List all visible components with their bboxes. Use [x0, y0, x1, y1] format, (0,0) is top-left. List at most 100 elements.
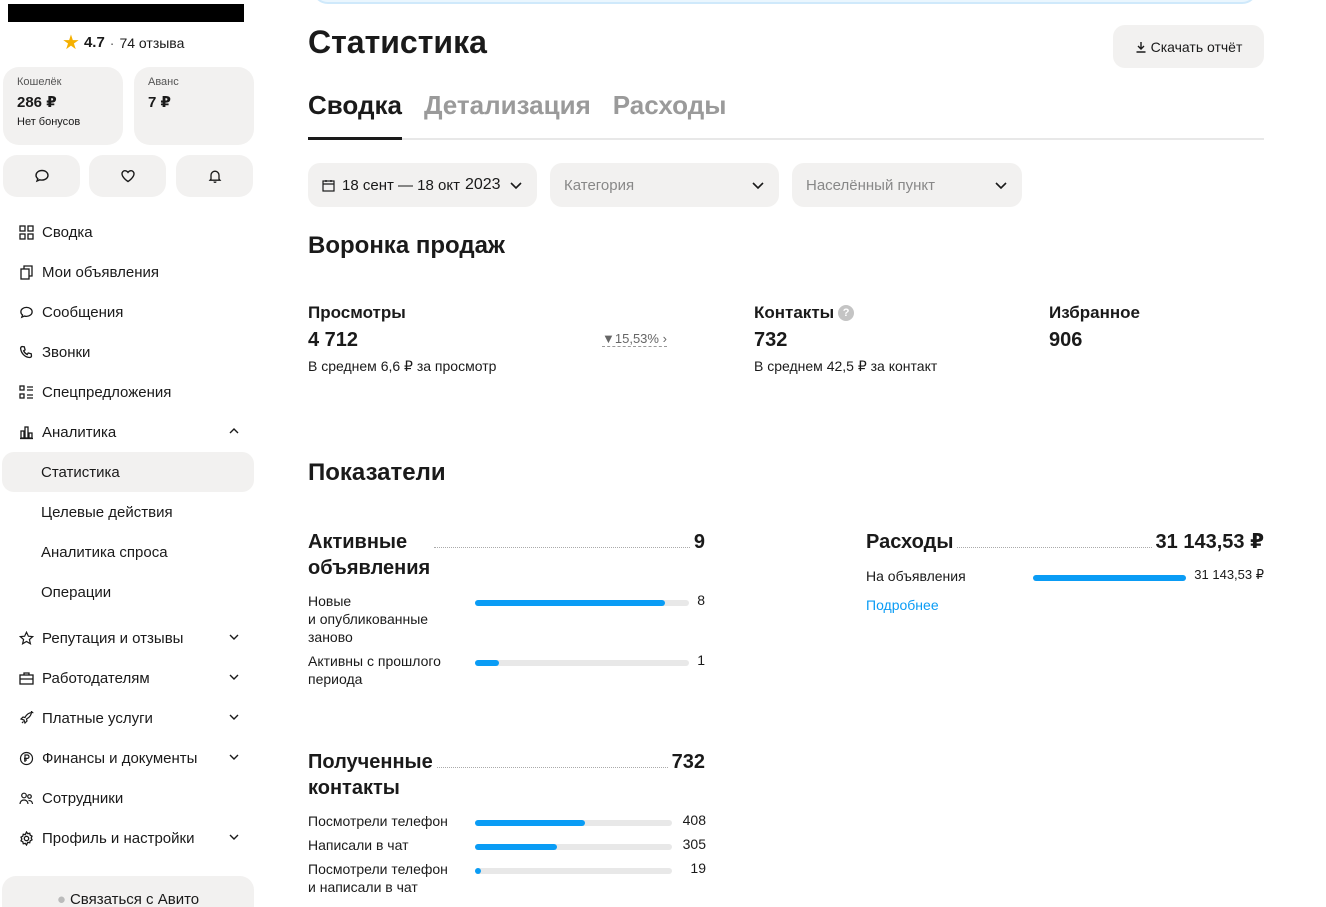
sidebar: ★ 4.7 · 74 отзыва Кошелёк 286 ₽ Нет бону… [0, 0, 262, 907]
date-range-year: 2023 [464, 176, 501, 193]
star-icon: ★ [62, 32, 80, 54]
metric-favorites: Избранное 906 [1049, 303, 1140, 352]
date-range-text: 18 сент — 18 окт [342, 176, 460, 194]
download-report-label: Скачать отчёт [1150, 38, 1243, 55]
page-title: Статистика [308, 24, 487, 60]
advance-label: Аванс [148, 76, 179, 88]
wallet-card[interactable]: Кошелёк 286 ₽ Нет бонусов [3, 67, 123, 145]
contacts-label-2: контакты [308, 777, 400, 799]
metric-label: Просмотры [308, 303, 406, 322]
metric-sub: В среднем 42,5 ₽ за контакт [754, 358, 938, 374]
messages-button[interactable] [3, 155, 80, 197]
sidebar-item-label: Сводка [42, 223, 93, 241]
rating-score: 4.7 [83, 34, 105, 51]
contacts-row-both: Посмотрели телефон и написали в чат [308, 861, 448, 895]
grid-icon [18, 224, 34, 240]
active-ads-header: Активные объявления 9 [308, 529, 705, 581]
views-trend[interactable]: ▼15,53% › [602, 331, 667, 347]
reviews-count: 74 отзыва [119, 34, 185, 51]
sidebar-item-operations[interactable]: Операции [0, 572, 262, 612]
rocket-icon [18, 710, 34, 726]
page: ★ 4.7 · 74 отзыва Кошелёк 286 ₽ Нет бону… [0, 0, 1326, 907]
sidebar-item-demand[interactable]: Аналитика спроса [0, 532, 262, 572]
sidebar-item-label: Мои объявления [42, 263, 159, 281]
ruble-icon [18, 750, 34, 766]
row-value: 1 [697, 652, 705, 668]
favorites-button[interactable] [89, 155, 166, 197]
tab-details[interactable]: Детализация [424, 90, 591, 138]
progress-bar [1033, 575, 1186, 581]
row-value: 31 143,53 ₽ [1194, 567, 1264, 582]
active-ads-label-1: Активные [308, 531, 408, 553]
wallet-label: Кошелёк [17, 76, 62, 88]
sidebar-item-label: Профиль и настройки [42, 829, 195, 847]
sidebar-item-svodka[interactable]: Сводка [0, 212, 262, 252]
expenses-row-ads: На объявления [866, 568, 966, 584]
sidebar-item-label: Финансы и документы [42, 749, 198, 767]
contact-avito-button[interactable]: ● Связаться с Авито [2, 876, 254, 907]
funnel-title: Воронка продаж [308, 232, 505, 259]
progress-bar [475, 820, 672, 826]
tab-svodka[interactable]: Сводка [308, 90, 402, 140]
contacts-header: Полученные контакты 732 [308, 749, 705, 801]
sidebar-item-analytics[interactable]: Аналитика [0, 412, 262, 452]
expenses-label: Расходы [866, 531, 954, 553]
date-range-filter[interactable]: 18 сент — 18 окт 2023 [308, 163, 537, 207]
download-report-button[interactable]: Скачать отчёт [1113, 25, 1264, 68]
row-value: 305 [682, 836, 706, 852]
phone-icon [18, 344, 34, 360]
expenses-more-link[interactable]: Подробнее [866, 597, 939, 613]
sidebar-item-label: Работодателям [42, 669, 150, 687]
sidebar-item-calls[interactable]: Звонки [0, 332, 262, 372]
row-value: 408 [682, 812, 706, 828]
sidebar-item-paid-services[interactable]: Платные услуги [0, 698, 262, 738]
chevron-up-icon [228, 424, 240, 441]
expenses-total: 31 143,53 ₽ [1155, 531, 1264, 553]
metric-contacts: Контакты? 732 В среднем 42,5 ₽ за контак… [754, 303, 937, 375]
wallet-bonus: Нет бонусов [17, 116, 81, 128]
sidebar-item-statistics[interactable]: Статистика [2, 452, 254, 492]
category-select[interactable]: Категория [550, 163, 779, 207]
sidebar-item-ads[interactable]: Мои объявления [0, 252, 262, 292]
profile-rating[interactable]: ★ 4.7 · 74 отзыва [62, 30, 184, 55]
progress-bar [475, 660, 689, 666]
sidebar-item-label: Платные услуги [42, 709, 153, 727]
sidebar-item-employers[interactable]: Работодателям [0, 658, 262, 698]
sidebar-item-label: Репутация и отзывы [42, 629, 184, 647]
advance-card[interactable]: Аванс 7 ₽ [134, 67, 254, 145]
sidebar-item-label: Статистика [41, 463, 120, 481]
filter-down-icon: ▼ [602, 331, 615, 346]
city-select[interactable]: Населённый пункт [792, 163, 1022, 207]
sidebar-item-label: Операции [41, 583, 112, 601]
notifications-button[interactable] [176, 155, 253, 197]
sidebar-item-reputation[interactable]: Репутация и отзывы [0, 618, 262, 658]
users-icon [18, 790, 34, 806]
chevron-down-icon [752, 182, 764, 190]
contact-avito-label: Связаться с Авито [69, 891, 200, 907]
sidebar-item-messages[interactable]: Сообщения [0, 292, 262, 332]
progress-fill [475, 868, 481, 874]
sidebar-item-finance[interactable]: Финансы и документы [0, 738, 262, 778]
indicators-title: Показатели [308, 459, 446, 486]
sidebar-item-offers[interactable]: Спецпредложения [0, 372, 262, 412]
sidebar-item-target-actions[interactable]: Целевые действия [0, 492, 262, 532]
wallet-value: 286 ₽ [17, 94, 57, 111]
progress-bar [475, 600, 689, 606]
sidebar-item-label: Аналитика [42, 423, 117, 441]
sidebar-item-label: Сотрудники [42, 789, 124, 807]
bar-chart-icon [18, 424, 34, 440]
sidebar-item-profile[interactable]: Профиль и настройки [0, 818, 262, 858]
chevron-down-icon [228, 710, 240, 727]
help-icon[interactable]: ? [838, 305, 855, 321]
list-icon [18, 384, 34, 400]
chevron-down-icon [995, 182, 1007, 190]
metric-value: 906 [1049, 329, 1083, 351]
row-value: 19 [690, 860, 706, 876]
contacts-row-phone: Посмотрели телефон [308, 813, 448, 829]
sidebar-item-staff[interactable]: Сотрудники [0, 778, 262, 818]
progress-bar [475, 844, 672, 850]
city-placeholder: Населённый пункт [806, 176, 936, 194]
active-row-new: Новые и опубликованные заново [308, 592, 428, 646]
metric-value: 732 [754, 329, 788, 351]
tab-expenses[interactable]: Расходы [613, 90, 727, 138]
